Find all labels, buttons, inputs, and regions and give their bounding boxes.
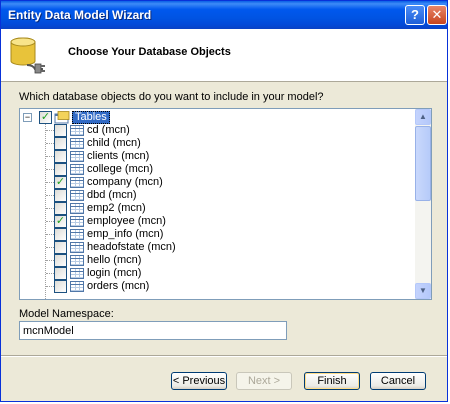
tree-branch-line: [46, 221, 54, 222]
table-icon: [70, 203, 84, 214]
vertical-scrollbar[interactable]: ▲ ▼: [415, 109, 431, 299]
finish-button[interactable]: Finish: [304, 372, 360, 390]
tree-branch-line: [46, 182, 54, 183]
table-icon: [70, 281, 84, 292]
database-icon: [10, 37, 45, 74]
table-label: emp_info (mcn): [87, 228, 164, 240]
table-icon: [70, 255, 84, 266]
help-button[interactable]: ?: [405, 5, 425, 25]
table-checkbox[interactable]: [54, 202, 67, 215]
tree-branch-line: [46, 208, 54, 209]
tree-node-table[interactable]: login (mcn): [20, 267, 410, 280]
table-label: cd (mcn): [87, 124, 130, 136]
tree-node-table[interactable]: clients (mcn): [20, 150, 410, 163]
close-button[interactable]: ✕: [427, 5, 447, 25]
table-checkbox[interactable]: [54, 267, 67, 280]
tables-folder-icon: [54, 111, 70, 124]
table-icon: [70, 125, 84, 136]
table-icon: [70, 268, 84, 279]
table-checkbox[interactable]: [54, 241, 67, 254]
page-heading: Choose Your Database Objects: [68, 46, 231, 58]
table-checkbox[interactable]: [54, 280, 67, 293]
tree-node-table[interactable]: emp2 (mcn): [20, 202, 410, 215]
table-icon: [70, 216, 84, 227]
table-icon: [70, 151, 84, 162]
table-checkbox[interactable]: [54, 124, 67, 137]
title-bar: Entity Data Model Wizard ? ✕: [1, 1, 447, 29]
scroll-thumb[interactable]: [415, 126, 431, 201]
window-title: Entity Data Model Wizard: [8, 8, 152, 22]
tree-branch-line: [46, 195, 54, 196]
tree-branch-line: [46, 247, 54, 248]
previous-button[interactable]: < Previous: [171, 372, 227, 390]
collapse-toggle[interactable]: −: [23, 113, 32, 122]
tree-node-table[interactable]: ✓ employee (mcn): [20, 215, 410, 228]
namespace-input[interactable]: [19, 321, 287, 340]
table-label: college (mcn): [87, 163, 154, 175]
table-checkbox[interactable]: [54, 150, 67, 163]
table-label: emp2 (mcn): [87, 202, 146, 214]
tree-branch-line: [46, 286, 54, 287]
table-label: orders (mcn): [87, 280, 150, 292]
table-label: headofstate (mcn): [87, 241, 176, 253]
tables-checkbox[interactable]: ✓: [39, 111, 52, 124]
tree-branch-line: [46, 234, 54, 235]
footer-divider: [1, 355, 447, 357]
cancel-button[interactable]: Cancel: [370, 372, 426, 390]
table-checkbox[interactable]: ✓: [54, 176, 67, 189]
tables-label: Tables: [72, 111, 110, 124]
tree-branch-line: [46, 156, 54, 157]
tree-branch-line: [46, 143, 54, 144]
table-label: company (mcn): [87, 176, 163, 188]
database-objects-tree[interactable]: ▲ ▼ − ✓ Tables cd (mcn) child (mcn) clients (…: [19, 108, 432, 300]
table-icon: [70, 242, 84, 253]
table-icon: [70, 177, 84, 188]
table-icon: [70, 229, 84, 240]
tree-branch-line: [46, 130, 54, 131]
table-label: login (mcn): [87, 267, 142, 279]
table-checkbox[interactable]: ✓: [54, 215, 67, 228]
tree-node-table[interactable]: ✓ company (mcn): [20, 176, 410, 189]
namespace-label: Model Namespace:: [19, 308, 114, 320]
tree-branch-line: [46, 169, 54, 170]
tree-branch-line: [46, 273, 54, 274]
tree-node-table[interactable]: dbd (mcn): [20, 189, 410, 202]
table-checkbox[interactable]: [54, 228, 67, 241]
table-label: employee (mcn): [87, 215, 166, 227]
table-checkbox[interactable]: [54, 189, 67, 202]
table-icon: [70, 138, 84, 149]
tree-branch-line: [46, 260, 54, 261]
tree-node-table[interactable]: emp_info (mcn): [20, 228, 410, 241]
tree-node-tables[interactable]: − ✓ Tables: [20, 111, 410, 124]
wizard-header: Choose Your Database Objects: [1, 29, 447, 82]
tree-node-table[interactable]: cd (mcn): [20, 124, 410, 137]
tree-node-table[interactable]: headofstate (mcn): [20, 241, 410, 254]
next-button[interactable]: Next >: [236, 372, 292, 390]
scroll-up-button[interactable]: ▲: [415, 109, 431, 125]
tree-node-table[interactable]: hello (mcn): [20, 254, 410, 267]
table-label: hello (mcn): [87, 254, 142, 266]
objects-prompt: Which database objects do you want to in…: [19, 91, 324, 103]
table-label: child (mcn): [87, 137, 141, 149]
tree-node-table[interactable]: college (mcn): [20, 163, 410, 176]
table-checkbox[interactable]: [54, 137, 67, 150]
table-checkbox[interactable]: [54, 163, 67, 176]
table-icon: [70, 164, 84, 175]
scroll-down-button[interactable]: ▼: [415, 283, 431, 299]
table-label: clients (mcn): [87, 150, 150, 162]
table-icon: [70, 190, 84, 201]
tree-node-table[interactable]: child (mcn): [20, 137, 410, 150]
table-label: dbd (mcn): [87, 189, 137, 201]
table-checkbox[interactable]: [54, 254, 67, 267]
wizard-window: Entity Data Model Wizard ? ✕ Choose Your…: [0, 0, 448, 402]
tree-node-table[interactable]: orders (mcn): [20, 280, 410, 293]
